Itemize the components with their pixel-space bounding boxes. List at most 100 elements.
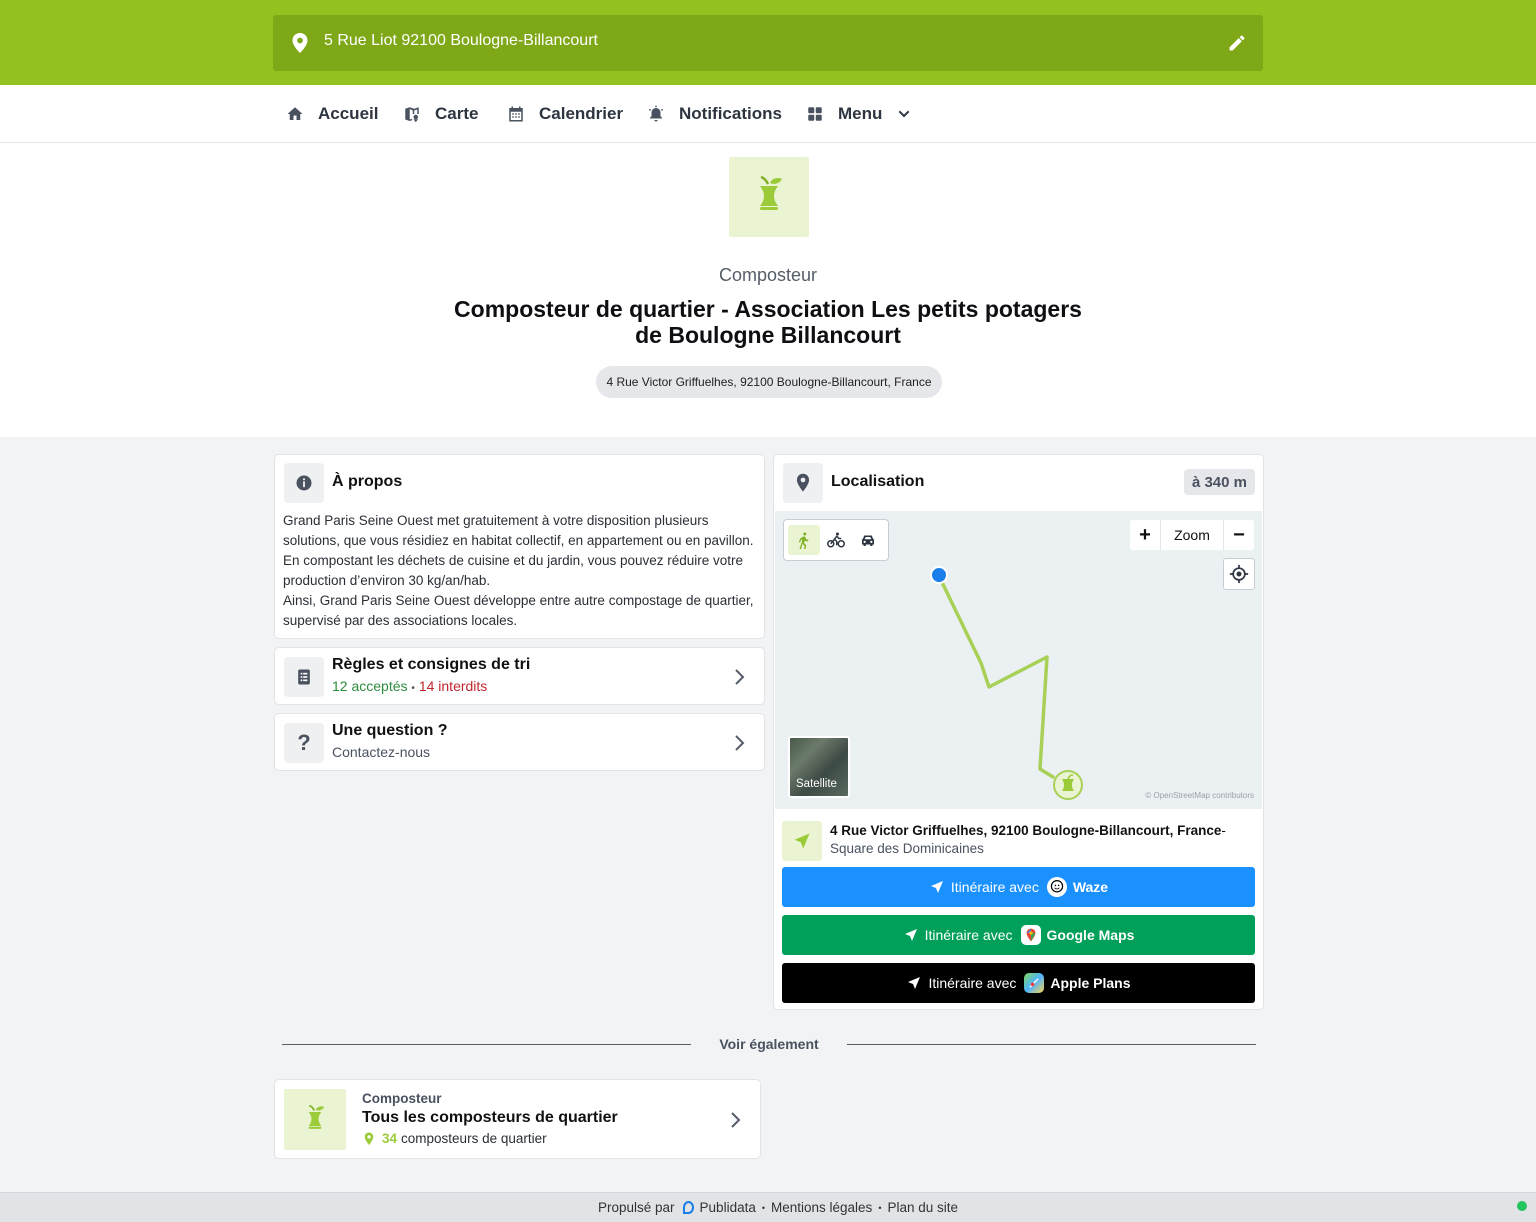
address-chip[interactable]: 4 Rue Victor Griffuelhes, 92100 Boulogne… — [596, 366, 942, 398]
route-apple-plans-button[interactable]: Itinéraire avec Apple Plans — [782, 963, 1255, 1003]
current-address: 5 Rue Liot 92100 Boulogne-Billancourt — [324, 32, 598, 49]
divider — [282, 1044, 691, 1045]
compost-icon — [284, 1089, 346, 1150]
main-nav: Accueil Carte Calendrier Notifications M… — [0, 85, 1536, 143]
bell-icon — [648, 105, 664, 122]
calendar-icon — [509, 106, 523, 122]
publidata-link[interactable]: Publidata — [700, 1200, 756, 1215]
accepted-count: 12 — [332, 678, 348, 694]
nav-item-accueil[interactable]: Accueil — [286, 85, 378, 143]
question-subtitle: Contactez-nous — [332, 744, 431, 760]
compost-icon — [729, 157, 809, 237]
route-app-name: Waze — [1072, 879, 1109, 895]
count-value: 34 — [382, 1131, 398, 1146]
pencil-icon[interactable] — [1227, 33, 1247, 53]
walking-icon — [798, 532, 809, 549]
publidata-logo-icon — [682, 1201, 694, 1214]
route-prefix: Itinéraire avec — [928, 975, 1017, 991]
location-title: Localisation — [831, 473, 925, 490]
route-prefix: Itinéraire avec — [950, 879, 1039, 895]
poi-category: Composteur — [718, 265, 818, 285]
separator: • — [878, 1202, 882, 1213]
mode-walk-button[interactable] — [788, 525, 820, 555]
see-also-heading: Voir également — [719, 1036, 819, 1052]
route-app-name: Google Maps — [1046, 927, 1135, 943]
top-bar: 5 Rue Liot 92100 Boulogne-Billancourt — [0, 0, 1536, 85]
route-line — [937, 574, 1055, 779]
zoom-out-button[interactable]: − — [1224, 520, 1254, 550]
status-indicator — [1517, 1201, 1527, 1211]
destination-suffix: - — [1221, 823, 1226, 838]
forbidden-label: interdits — [438, 678, 488, 694]
map[interactable]: + Zoom − Satellite © OpenStreetMap contr… — [775, 511, 1262, 809]
divider — [847, 1044, 1256, 1045]
destination-address-text: 4 Rue Victor Griffuelhes, 92100 Boulogne… — [830, 823, 1222, 838]
page-title: Composteur de quartier - Association Les… — [454, 296, 1082, 348]
destination-marker — [1053, 770, 1083, 800]
route-prefix: Itinéraire avec — [924, 927, 1013, 943]
grid-icon — [808, 107, 822, 121]
locate-me-button[interactable] — [1223, 558, 1255, 590]
about-title: À propos — [332, 473, 403, 490]
see-also-count: 34 composteurs de quartier — [363, 1131, 547, 1146]
hero-section: Composteur Composteur de quartier - Asso… — [0, 143, 1536, 437]
nav-label: Calendrier — [539, 104, 624, 123]
accepted-label: acceptés — [351, 678, 408, 694]
separator: • — [411, 683, 415, 694]
route-waze-button[interactable]: Itinéraire avec Waze — [782, 867, 1255, 907]
sorting-rules-card[interactable]: Règles et consignes de tri 12 acceptés •… — [274, 647, 765, 705]
bike-icon — [827, 532, 845, 548]
forbidden-count: 14 — [418, 678, 435, 694]
navigation-arrow-icon — [904, 929, 917, 941]
location-pin-icon — [796, 473, 810, 492]
pin-icon-box — [783, 463, 823, 503]
about-paragraph: Ainsi, Grand Paris Seine Ouest développe… — [283, 593, 754, 628]
chevron-right-icon — [735, 735, 745, 751]
zoom-label: Zoom — [1160, 520, 1224, 550]
navigation-arrow-icon — [782, 821, 822, 861]
travel-mode-selector — [783, 519, 889, 561]
separator: • — [761, 1202, 765, 1213]
location-card: Localisation à 340 m + Zoom − Satellite … — [773, 454, 1264, 1010]
nav-item-carte[interactable]: Carte — [403, 85, 478, 143]
car-icon — [862, 535, 874, 546]
navigation-arrow-icon — [930, 881, 943, 893]
navigation-arrow-icon — [908, 977, 921, 989]
nav-label: Accueil — [318, 104, 379, 123]
rules-summary: 12 acceptés • 14 interdits — [332, 678, 487, 694]
location-pin-icon — [292, 33, 308, 53]
map-attribution: © OpenStreetMap contributors — [1145, 791, 1254, 800]
question-title: Une question ? — [332, 722, 448, 739]
sitemap-link[interactable]: Plan du site — [887, 1200, 958, 1215]
checklist-icon-box — [284, 657, 324, 697]
checklist-icon — [298, 669, 310, 685]
see-also-card[interactable]: Composteur Tous les composteurs de quart… — [274, 1079, 761, 1159]
see-also-category: Composteur — [362, 1091, 442, 1106]
destination-place: Square des Dominicaines — [830, 841, 984, 856]
legal-link[interactable]: Mentions légales — [771, 1200, 872, 1215]
zoom-control: + Zoom − — [1130, 520, 1254, 550]
see-also-title: Tous les composteurs de quartier — [362, 1109, 618, 1126]
google-maps-icon — [1020, 925, 1041, 945]
distance-badge: à 340 m — [1183, 469, 1255, 495]
destination-address: 4 Rue Victor Griffuelhes, 92100 Boulogne… — [830, 823, 1226, 838]
powered-by-label: Propulsé par — [598, 1200, 675, 1215]
address-selector[interactable]: 5 Rue Liot 92100 Boulogne-Billancourt — [273, 15, 1263, 71]
info-icon — [296, 475, 312, 491]
user-location-marker — [930, 566, 948, 584]
nav-item-notifications[interactable]: Notifications — [647, 85, 782, 143]
route-google-maps-button[interactable]: Itinéraire avec Google Maps — [782, 915, 1255, 955]
nav-item-calendrier[interactable]: Calendrier — [507, 85, 623, 143]
satellite-toggle[interactable]: Satellite — [788, 736, 850, 798]
zoom-in-button[interactable]: + — [1130, 520, 1160, 550]
mode-bike-button[interactable] — [820, 525, 852, 555]
nav-item-menu[interactable]: Menu — [806, 85, 912, 143]
home-icon — [287, 107, 303, 120]
mode-car-button[interactable] — [852, 525, 884, 555]
satellite-label: Satellite — [796, 778, 837, 790]
map-icon — [405, 107, 419, 123]
nav-label: Menu — [838, 104, 883, 123]
destination-info: 4 Rue Victor Griffuelhes, 92100 Boulogne… — [782, 819, 1256, 861]
contact-card[interactable]: ? Une question ? Contactez-nous — [274, 713, 765, 771]
footer: Propulsé par Publidata • Mentions légale… — [0, 1192, 1536, 1222]
